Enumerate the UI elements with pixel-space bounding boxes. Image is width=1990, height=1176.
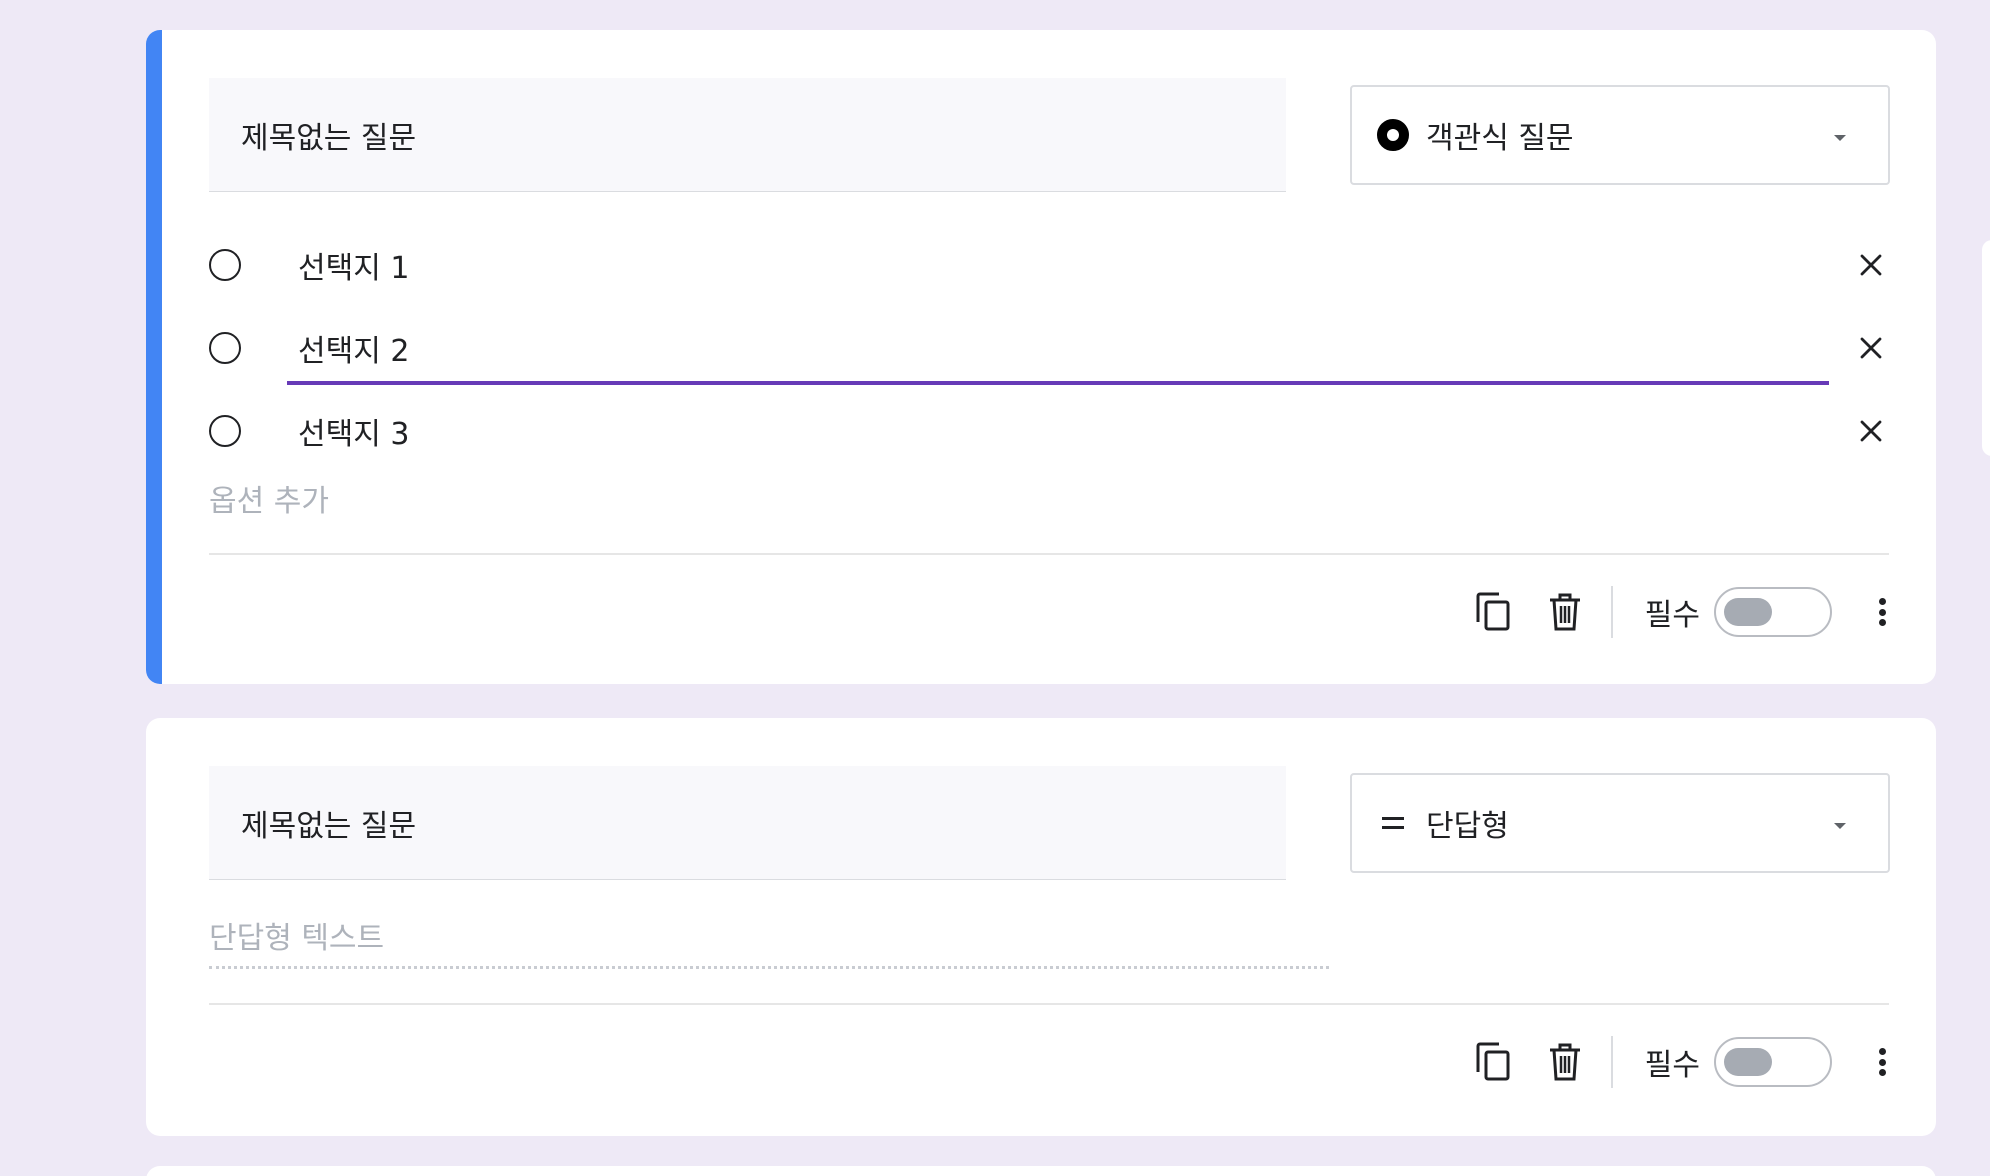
dropdown-caret-icon (1834, 135, 1846, 141)
remove-option-button[interactable] (1853, 330, 1889, 366)
question-card[interactable]: 제목없는 질문 단답형 단답형 텍스트 필수 (146, 718, 1936, 1136)
trash-icon (1549, 593, 1580, 631)
copy-icon (1476, 1042, 1510, 1081)
option-label-input[interactable]: 선택지 1 (298, 243, 409, 287)
more-options-icon[interactable] (1872, 1042, 1892, 1082)
footer-separator (1610, 586, 1613, 638)
option-radio-icon (209, 415, 241, 447)
more-options-icon[interactable] (1872, 592, 1892, 632)
question-type-select[interactable]: 객관식 질문 (1350, 85, 1890, 185)
close-icon (1860, 420, 1882, 442)
question-title-input[interactable]: 제목없는 질문 (209, 766, 1286, 880)
radio-button-icon (1376, 118, 1410, 152)
trash-icon (1549, 1043, 1580, 1081)
option-radio-icon (209, 332, 241, 364)
required-label: 필수 (1644, 1048, 1700, 1083)
question-type-label: 객관식 질문 (1426, 121, 1574, 156)
question-title-text: 제목없는 질문 (241, 120, 417, 156)
dropdown-caret-icon (1834, 823, 1846, 829)
option-radio-icon (209, 249, 241, 281)
footer-divider (209, 553, 1889, 555)
add-option-button[interactable]: 옵션 추가 (209, 476, 329, 520)
option-label-input[interactable]: 선택지 3 (298, 409, 409, 453)
question-title-input[interactable]: 제목없는 질문 (209, 78, 1286, 192)
option-label-input[interactable]: 선택지 2 (298, 326, 409, 370)
short-answer-underline (209, 966, 1329, 969)
side-toolbar-edge (1982, 240, 1990, 456)
footer-divider (209, 1003, 1889, 1005)
question-card[interactable]: 제목없는 질문 객관식 질문 선택지 1 선택지 2 선택지 3 옵션 추가 필… (146, 30, 1936, 684)
option-row: 선택지 2 (209, 313, 1889, 385)
required-label: 필수 (1644, 598, 1700, 633)
delete-button[interactable] (1545, 1042, 1585, 1082)
footer-separator (1610, 1036, 1613, 1088)
required-toggle[interactable] (1714, 587, 1832, 637)
next-question-card[interactable] (146, 1166, 1936, 1176)
remove-option-button[interactable] (1853, 413, 1889, 449)
question-type-select[interactable]: 단답형 (1350, 773, 1890, 873)
active-card-accent (146, 30, 162, 684)
remove-option-button[interactable] (1853, 247, 1889, 283)
question-footer: 필수 (1473, 1036, 1892, 1088)
duplicate-button[interactable] (1473, 592, 1513, 632)
option-row: 선택지 3 (209, 396, 1889, 466)
close-icon (1860, 254, 1882, 276)
delete-button[interactable] (1545, 592, 1585, 632)
question-footer: 필수 (1473, 586, 1892, 638)
required-toggle[interactable] (1714, 1037, 1832, 1087)
short-answer-icon (1376, 806, 1410, 840)
short-answer-placeholder: 단답형 텍스트 (209, 921, 385, 956)
focused-input-underline (287, 381, 1829, 385)
close-icon (1860, 337, 1882, 359)
question-type-label: 단답형 (1426, 809, 1509, 844)
question-title-text: 제목없는 질문 (241, 808, 417, 844)
option-row: 선택지 1 (209, 230, 1889, 300)
copy-icon (1476, 592, 1510, 631)
duplicate-button[interactable] (1473, 1042, 1513, 1082)
